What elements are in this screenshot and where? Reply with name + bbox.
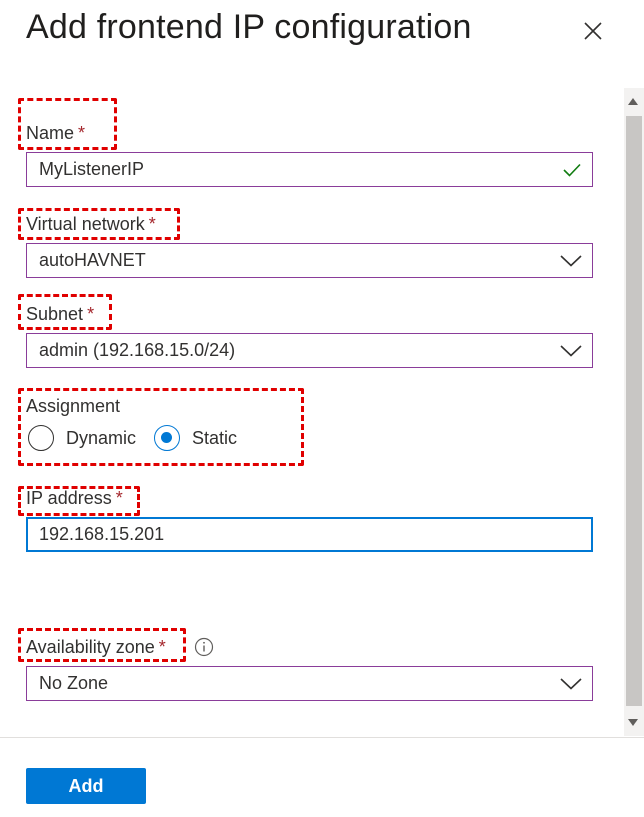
close-icon xyxy=(584,22,602,40)
add-button[interactable]: Add xyxy=(26,768,146,804)
footer-divider xyxy=(0,737,644,738)
checkmark-icon xyxy=(562,162,582,178)
radio-dynamic-label[interactable]: Dynamic xyxy=(66,428,136,449)
close-button[interactable] xyxy=(580,18,606,44)
chevron-down-icon xyxy=(560,344,582,357)
virtual-network-dropdown[interactable]: autoHAVNET xyxy=(26,243,593,278)
ip-address-input[interactable]: 192.168.15.201 xyxy=(26,517,593,552)
availability-zone-selected-value: No Zone xyxy=(39,673,109,693)
required-asterisk: * xyxy=(148,214,156,234)
radio-static-label[interactable]: Static xyxy=(192,428,237,449)
assignment-radio-group: Dynamic Static xyxy=(28,424,237,452)
required-asterisk: * xyxy=(158,637,166,657)
availability-zone-dropdown[interactable]: No Zone xyxy=(26,666,593,701)
subnet-label: Subnet * xyxy=(26,304,94,325)
name-input[interactable]: MyListenerIP xyxy=(26,152,593,187)
virtual-network-label: Virtual network * xyxy=(26,214,156,235)
scroll-up-arrow-icon[interactable] xyxy=(628,98,638,105)
chevron-down-icon xyxy=(560,254,582,267)
ip-address-label: IP address * xyxy=(26,488,123,509)
radio-dynamic[interactable] xyxy=(28,425,54,451)
availability-zone-label-text: Availability zone xyxy=(26,637,155,657)
availability-zone-label: Availability zone * xyxy=(26,637,166,658)
required-asterisk: * xyxy=(87,304,95,324)
scrollbar-thumb[interactable] xyxy=(626,116,642,706)
info-icon[interactable] xyxy=(194,637,214,657)
virtual-network-selected-value: autoHAVNET xyxy=(39,250,146,270)
name-input-value: MyListenerIP xyxy=(39,159,145,179)
subnet-selected-value: admin (192.168.15.0/24) xyxy=(39,340,236,360)
assignment-label: Assignment xyxy=(26,396,121,416)
subnet-dropdown[interactable]: admin (192.168.15.0/24) xyxy=(26,333,593,368)
subnet-label-text: Subnet xyxy=(26,304,84,324)
ip-address-input-value: 192.168.15.201 xyxy=(39,524,165,544)
dialog-title: Add frontend IP configuration xyxy=(26,8,472,46)
ip-address-label-text: IP address xyxy=(26,488,112,508)
scroll-down-arrow-icon[interactable] xyxy=(628,719,638,726)
radio-static[interactable] xyxy=(154,425,181,451)
virtual-network-label-text: Virtual network xyxy=(26,214,145,234)
name-label-text: Name xyxy=(26,123,75,143)
required-asterisk: * xyxy=(78,123,86,143)
name-label: Name * xyxy=(26,123,85,144)
required-asterisk: * xyxy=(115,488,123,508)
scrollbar[interactable] xyxy=(624,88,644,736)
chevron-down-icon xyxy=(560,677,582,690)
